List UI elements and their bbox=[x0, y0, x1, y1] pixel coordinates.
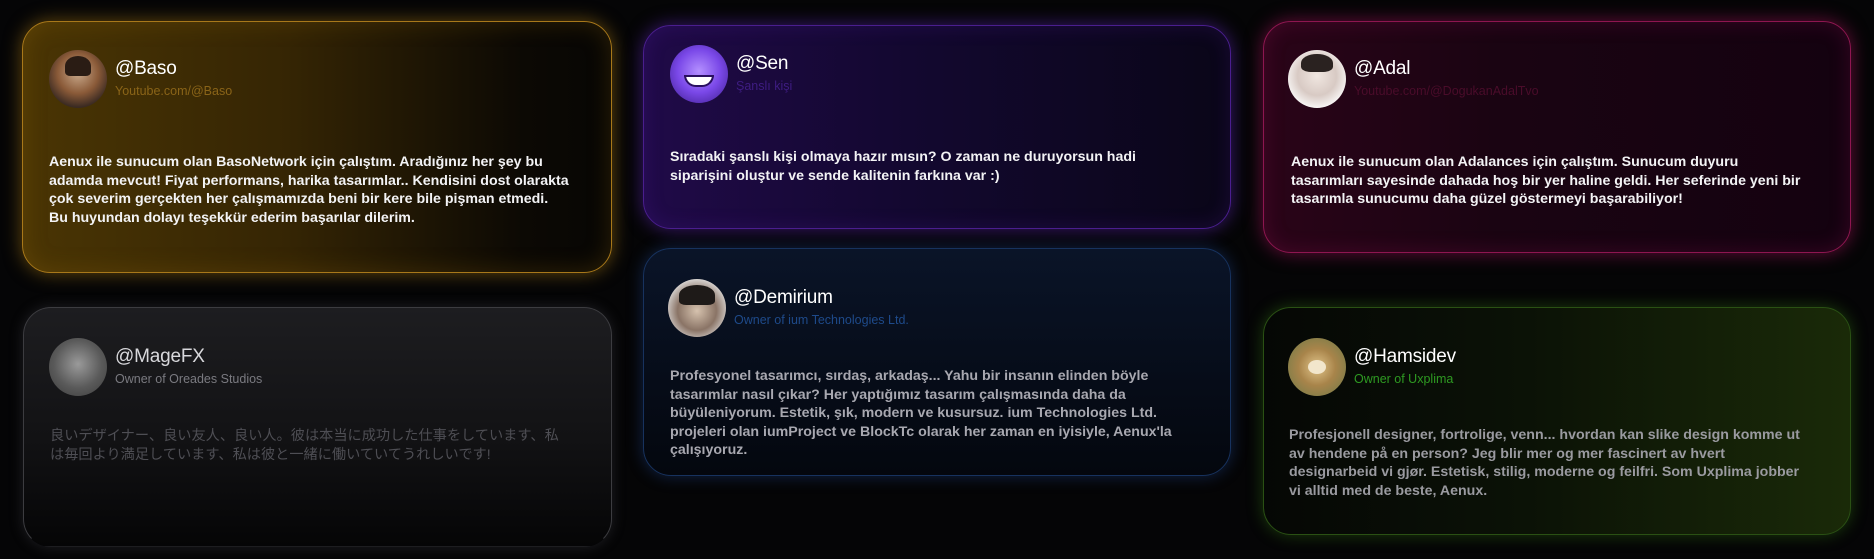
testimonial-subtitle: Youtube.com/@Baso bbox=[115, 84, 233, 98]
testimonial-header: @Baso Youtube.com/@Baso bbox=[49, 50, 232, 108]
testimonial-header: @Hamsidev Owner of Uxplima bbox=[1288, 338, 1456, 396]
testimonial-subtitle: Owner of Uxplima bbox=[1354, 372, 1454, 386]
avatar bbox=[1288, 338, 1346, 396]
testimonial-card-baso: @Baso Youtube.com/@Baso Aenux ile sunucu… bbox=[22, 21, 612, 273]
avatar bbox=[49, 338, 107, 396]
testimonial-text: Aenux ile sunucum olan BasoNetwork için … bbox=[49, 154, 569, 226]
testimonial-subtitle: Owner of Oreades Studios bbox=[115, 372, 263, 386]
testimonial-handle: @MageFX bbox=[115, 346, 205, 367]
testimonial-handle: @Demirium bbox=[734, 287, 833, 308]
testimonial-subtitle: Owner of ium Technologies Ltd. bbox=[734, 313, 909, 327]
testimonial-subtitle: Şanslı kişi bbox=[736, 79, 793, 93]
testimonial-card-sen: @Sen Şanslı kişi Sıradaki şanslı kişi ol… bbox=[643, 25, 1231, 229]
testimonial-card-demirium: @Demirium Owner of ium Technologies Ltd.… bbox=[643, 248, 1231, 476]
testimonial-text: Sıradaki şanslı kişi olmaya hazır mısın?… bbox=[670, 149, 1136, 184]
testimonial-card-hamsidev: @Hamsidev Owner of Uxplima Profesjonell … bbox=[1263, 307, 1851, 535]
testimonial-text: Profesjonell designer, fortrolige, venn.… bbox=[1289, 427, 1800, 499]
testimonial-handle: @Baso bbox=[115, 58, 177, 79]
testimonial-header: @Sen Şanslı kişi bbox=[670, 45, 792, 103]
testimonial-handle: @Hamsidev bbox=[1354, 346, 1456, 367]
testimonial-header: @MageFX Owner of Oreades Studios bbox=[49, 338, 262, 396]
testimonial-text: Profesyonel tasarımcı, sırdaş, arkadaş..… bbox=[670, 368, 1172, 458]
avatar bbox=[670, 45, 728, 103]
testimonial-text: 良いデザイナー、良い友人、良い人。彼は本当に成功した仕事をしています、私は毎回よ… bbox=[50, 428, 559, 463]
testimonial-handle: @Sen bbox=[736, 53, 789, 74]
avatar bbox=[49, 50, 107, 108]
testimonial-card-magefx: @MageFX Owner of Oreades Studios 良いデザイナー… bbox=[23, 307, 612, 547]
testimonial-subtitle: Youtube.com/@DogukanAdalTvo bbox=[1354, 84, 1539, 98]
testimonial-header: @Adal Youtube.com/@DogukanAdalTvo bbox=[1288, 50, 1539, 108]
testimonial-card-adal: @Adal Youtube.com/@DogukanAdalTvo Aenux … bbox=[1263, 21, 1851, 253]
testimonial-text: Aenux ile sunucum olan Adalances için ça… bbox=[1291, 154, 1801, 207]
avatar bbox=[1288, 50, 1346, 108]
avatar bbox=[668, 279, 726, 337]
testimonial-header: @Demirium Owner of ium Technologies Ltd. bbox=[668, 279, 909, 337]
testimonial-handle: @Adal bbox=[1354, 58, 1411, 79]
